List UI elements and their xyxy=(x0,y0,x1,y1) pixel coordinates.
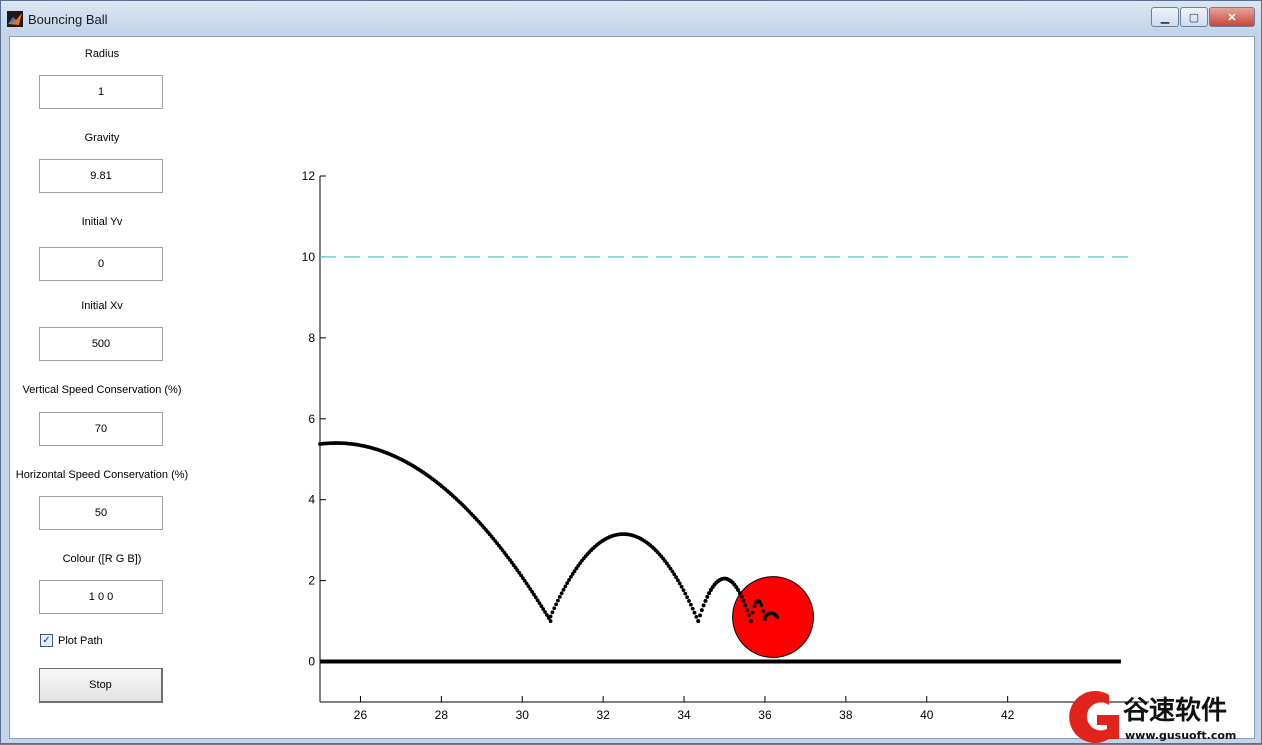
path-point xyxy=(694,614,699,619)
path-point xyxy=(679,584,684,589)
ball xyxy=(732,576,814,658)
gusu-logo-icon xyxy=(1069,691,1119,743)
path-point xyxy=(739,594,744,599)
x-tick-label: 36 xyxy=(758,708,772,722)
path-point xyxy=(701,603,706,608)
path-point xyxy=(752,604,757,609)
x-tick-label: 30 xyxy=(516,708,530,722)
path-point xyxy=(775,615,779,619)
path-point xyxy=(690,606,695,611)
y-tick-label: 8 xyxy=(308,331,315,345)
path-point xyxy=(557,594,562,599)
path-point xyxy=(687,599,691,603)
path-point xyxy=(741,598,746,603)
y-tick-label: 12 xyxy=(302,169,316,183)
x-tick-label: 26 xyxy=(354,708,368,722)
y-tick-label: 6 xyxy=(308,412,315,426)
path-point xyxy=(736,588,740,592)
y-tick-label: 0 xyxy=(308,655,315,669)
path-point xyxy=(757,599,762,604)
path-point xyxy=(681,588,686,593)
path-point xyxy=(745,608,750,613)
path-point xyxy=(556,598,560,603)
path-point xyxy=(559,591,564,596)
x-tick-label: 40 xyxy=(920,708,934,722)
path-point xyxy=(561,587,566,592)
path-point xyxy=(683,591,688,596)
path-point xyxy=(759,603,764,608)
path-point xyxy=(548,619,553,623)
path-point xyxy=(677,581,682,586)
x-tick-label: 38 xyxy=(839,708,853,722)
app-window: Bouncing Ball ▁ ▢ ✕ Radius Gravity Initi… xyxy=(0,0,1262,744)
path-point xyxy=(748,619,753,624)
path-point xyxy=(563,584,568,589)
path-point xyxy=(688,602,693,607)
path-point xyxy=(696,619,701,623)
path-point xyxy=(703,598,708,603)
path-point xyxy=(761,608,766,613)
path-point xyxy=(692,610,697,615)
watermark: 谷速软件 www.gusuoft.com xyxy=(1069,691,1236,743)
watermark-url: www.gusuoft.com xyxy=(1125,729,1236,742)
x-tick-label: 34 xyxy=(677,708,691,722)
path-point xyxy=(565,581,570,586)
x-tick-label: 32 xyxy=(596,708,610,722)
path-point xyxy=(698,613,702,618)
watermark-name: 谷速软件 xyxy=(1123,696,1227,726)
path-point xyxy=(548,614,553,619)
x-tick-label: 42 xyxy=(1001,708,1015,722)
x-tick-label: 28 xyxy=(435,708,449,722)
y-tick-label: 4 xyxy=(308,493,315,507)
y-tick-label: 2 xyxy=(308,574,315,588)
path-point xyxy=(738,591,742,596)
trajectory-plot: 0 2 4 6 8 10 12 26 28 30 32 34 36 38 40 42 xyxy=(302,169,1149,722)
path-point xyxy=(750,610,755,615)
path-point xyxy=(747,613,751,618)
path-point xyxy=(707,591,711,596)
path-point xyxy=(699,608,704,613)
y-tick-label: 10 xyxy=(302,250,316,264)
path-point xyxy=(554,602,559,607)
path-point xyxy=(676,578,680,583)
path-point xyxy=(743,603,748,608)
path-point xyxy=(685,595,690,600)
path-point xyxy=(552,606,557,611)
path-point xyxy=(550,610,555,615)
path-point xyxy=(705,594,710,599)
